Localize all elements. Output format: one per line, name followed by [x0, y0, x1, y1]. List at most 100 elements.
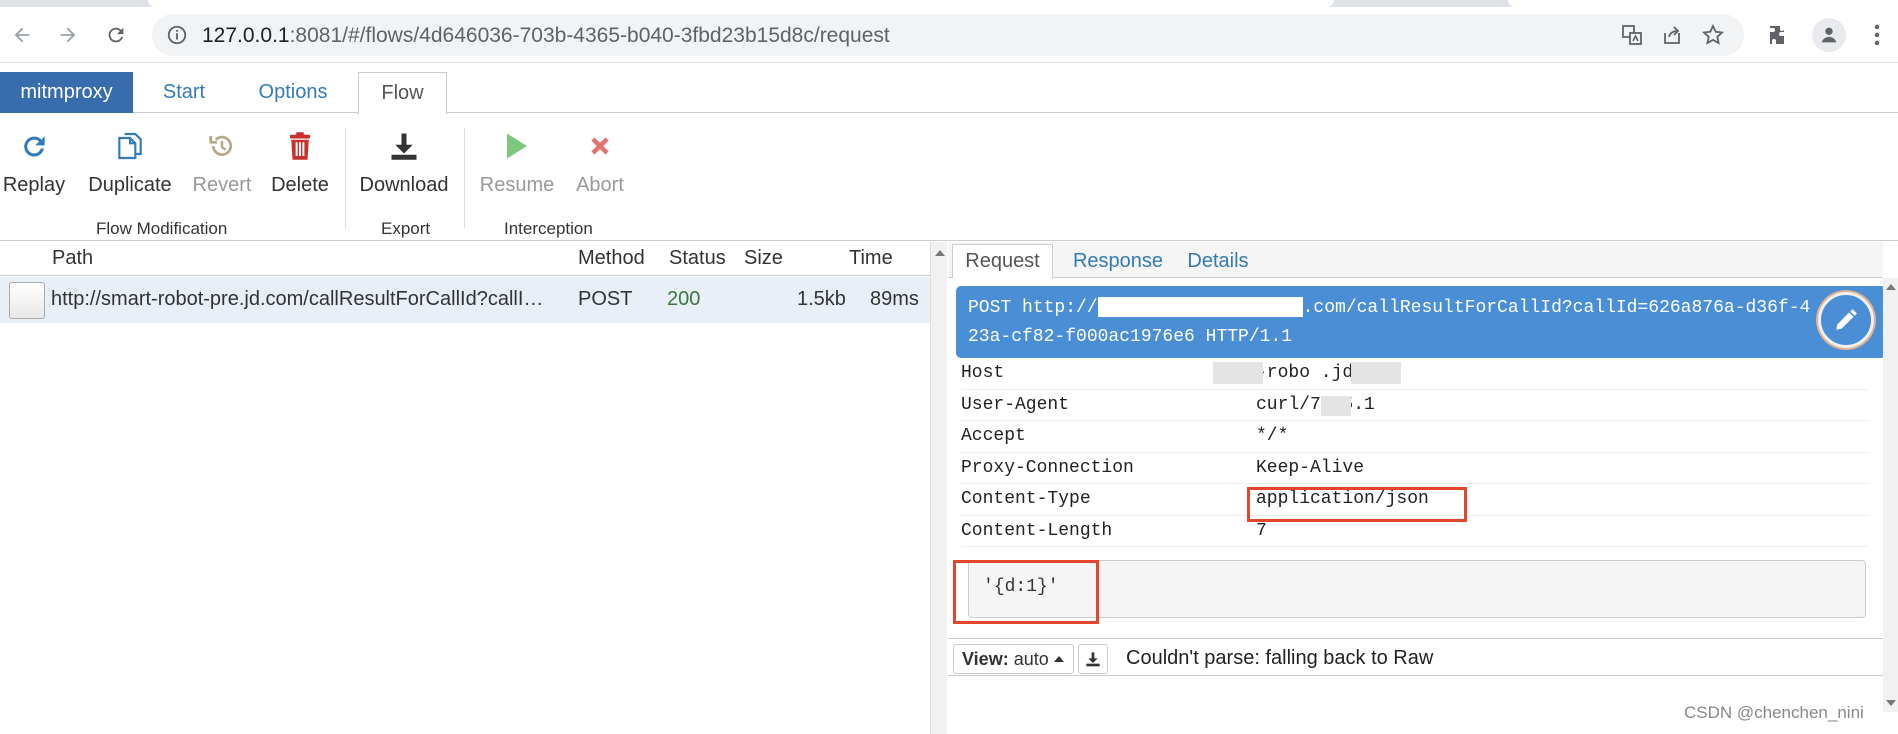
info-icon[interactable]	[166, 24, 188, 46]
header-name[interactable]: Accept	[961, 426, 1026, 446]
row-method: POST	[578, 288, 633, 310]
play-icon	[499, 128, 535, 164]
header-value[interactable]: 7	[1256, 521, 1267, 541]
header-name[interactable]: Content-Type	[961, 489, 1091, 509]
column-time[interactable]: Time	[849, 247, 893, 270]
redaction-mask	[1351, 362, 1401, 384]
tab-details[interactable]: Details	[1180, 244, 1256, 278]
abort-button[interactable]: Abort	[570, 128, 630, 197]
request-line-2: 23a-cf82-f000ac1976e6 HTTP/1.1	[968, 327, 1293, 347]
close-icon	[582, 128, 618, 164]
row-time: 89ms	[870, 288, 919, 310]
group-label-export: Export	[381, 219, 431, 238]
revert-button[interactable]: Revert	[188, 128, 256, 197]
redacted-host	[1097, 297, 1303, 318]
request-line-start: POST http://	[968, 298, 1098, 318]
url-text[interactable]: 127.0.0.1:8081/#/flows/4d646036-703b-436…	[202, 24, 890, 48]
revert-icon	[204, 128, 240, 164]
header-value[interactable]: */*	[1256, 426, 1288, 446]
ribbon-divider	[345, 128, 346, 228]
translate-icon[interactable]	[1620, 23, 1644, 47]
redaction-mask	[1321, 395, 1351, 416]
url-host: 127.0.0.1	[202, 24, 290, 47]
browser-toolbar: 127.0.0.1:8081/#/flows/4d646036-703b-436…	[0, 7, 1898, 63]
flow-detail-panel: Request Response Details POST http:// .co…	[948, 242, 1898, 734]
download-content-button[interactable]	[1078, 644, 1108, 674]
header-value[interactable]: Keep-Alive	[1256, 458, 1364, 478]
content-view-bar: View: auto Couldn't parse: falling back …	[948, 638, 1883, 676]
flow-table-header: Path Method Status Size Time	[0, 242, 930, 276]
header-name[interactable]: Content-Length	[961, 521, 1112, 541]
view-label: View:	[962, 648, 1009, 669]
tab-start[interactable]: Start	[142, 72, 226, 113]
flow-table-scrollbar[interactable]	[930, 242, 947, 734]
download-label: Download	[359, 174, 449, 196]
reload-icon[interactable]	[98, 17, 134, 53]
edit-button[interactable]	[1818, 292, 1874, 348]
header-name[interactable]: User-Agent	[961, 395, 1069, 415]
back-icon[interactable]	[4, 17, 40, 53]
forward-icon[interactable]	[50, 17, 86, 53]
request-line-end: .com/callResultForCallId?callId=626a876a…	[1302, 298, 1811, 318]
column-status[interactable]: Status	[669, 247, 726, 270]
browser-active-tab[interactable]	[148, 0, 1334, 7]
view-mode-dropdown[interactable]: View: auto	[953, 644, 1074, 674]
scroll-up-icon[interactable]	[1886, 284, 1896, 290]
abort-label: Abort	[576, 174, 624, 196]
header-name[interactable]: Proxy-Connection	[961, 458, 1134, 478]
tab-options[interactable]: Options	[240, 72, 346, 113]
header-value[interactable]: curl/7.55.1	[1256, 395, 1375, 415]
redaction-mask	[1213, 362, 1263, 384]
table-row[interactable]: http://smart-robot-pre.jd.com/callResult…	[0, 277, 930, 323]
replay-button[interactable]: Replay	[2, 128, 66, 197]
watermark: CSDN @chenchen_nini	[1684, 703, 1864, 722]
pencil-icon	[1836, 309, 1857, 330]
resume-label: Resume	[479, 174, 555, 196]
group-label-flow-modification: Flow Modification	[96, 219, 228, 238]
row-status: 200	[667, 288, 701, 310]
share-icon[interactable]	[1660, 23, 1684, 47]
column-method[interactable]: Method	[578, 247, 645, 270]
scroll-up-icon[interactable]	[935, 250, 945, 256]
header-name[interactable]: Host	[961, 363, 1004, 383]
delete-button[interactable]: Delete	[266, 128, 334, 197]
profile-icon[interactable]	[1812, 18, 1846, 52]
column-path[interactable]: Path	[52, 247, 93, 270]
resume-button[interactable]: Resume	[476, 128, 558, 197]
caret-up-icon	[1053, 656, 1064, 662]
replay-label: Replay	[2, 174, 66, 196]
scroll-down-icon[interactable]	[1886, 700, 1896, 706]
delete-label: Delete	[271, 174, 329, 196]
tab-flow[interactable]: Flow	[358, 72, 447, 115]
download-icon	[1086, 652, 1100, 667]
tab-request[interactable]: Request	[952, 244, 1053, 279]
request-body[interactable]: '{d:1}'	[968, 560, 1866, 618]
document-icon	[9, 282, 45, 319]
star-icon[interactable]	[1701, 23, 1725, 47]
detail-scrollbar[interactable]	[1883, 278, 1898, 712]
highlight-box	[1247, 487, 1467, 522]
group-label-interception: Interception	[504, 219, 593, 238]
replay-icon	[16, 128, 52, 164]
download-icon	[386, 128, 422, 164]
browser-tab[interactable]	[1508, 0, 1898, 7]
highlight-box	[953, 560, 1099, 624]
menu-icon[interactable]	[1862, 20, 1892, 50]
brand-logo: mitmproxy	[0, 72, 133, 113]
extensions-icon[interactable]	[1764, 20, 1794, 50]
column-size[interactable]: Size	[744, 247, 783, 270]
flow-table: Path Method Status Size Time http://smar…	[0, 242, 947, 734]
header-row: Host -robo .jd.com	[961, 358, 1869, 390]
address-bar[interactable]: 127.0.0.1:8081/#/flows/4d646036-703b-436…	[152, 14, 1744, 56]
parse-message: Couldn't parse: falling back to Raw	[1126, 647, 1434, 669]
request-line: POST http:// .com/callResultForCallId?cal…	[956, 286, 1886, 358]
row-path: http://smart-robot-pre.jd.com/callResult…	[51, 288, 544, 310]
duplicate-icon	[112, 128, 148, 164]
ribbon-divider	[464, 128, 465, 228]
tab-response[interactable]: Response	[1064, 244, 1172, 278]
header-row: Accept */*	[961, 421, 1869, 453]
row-size: 1.5kb	[797, 288, 846, 310]
detail-tabs: Request Response Details	[948, 242, 1883, 279]
duplicate-button[interactable]: Duplicate	[84, 128, 176, 197]
download-button[interactable]: Download	[356, 128, 452, 197]
